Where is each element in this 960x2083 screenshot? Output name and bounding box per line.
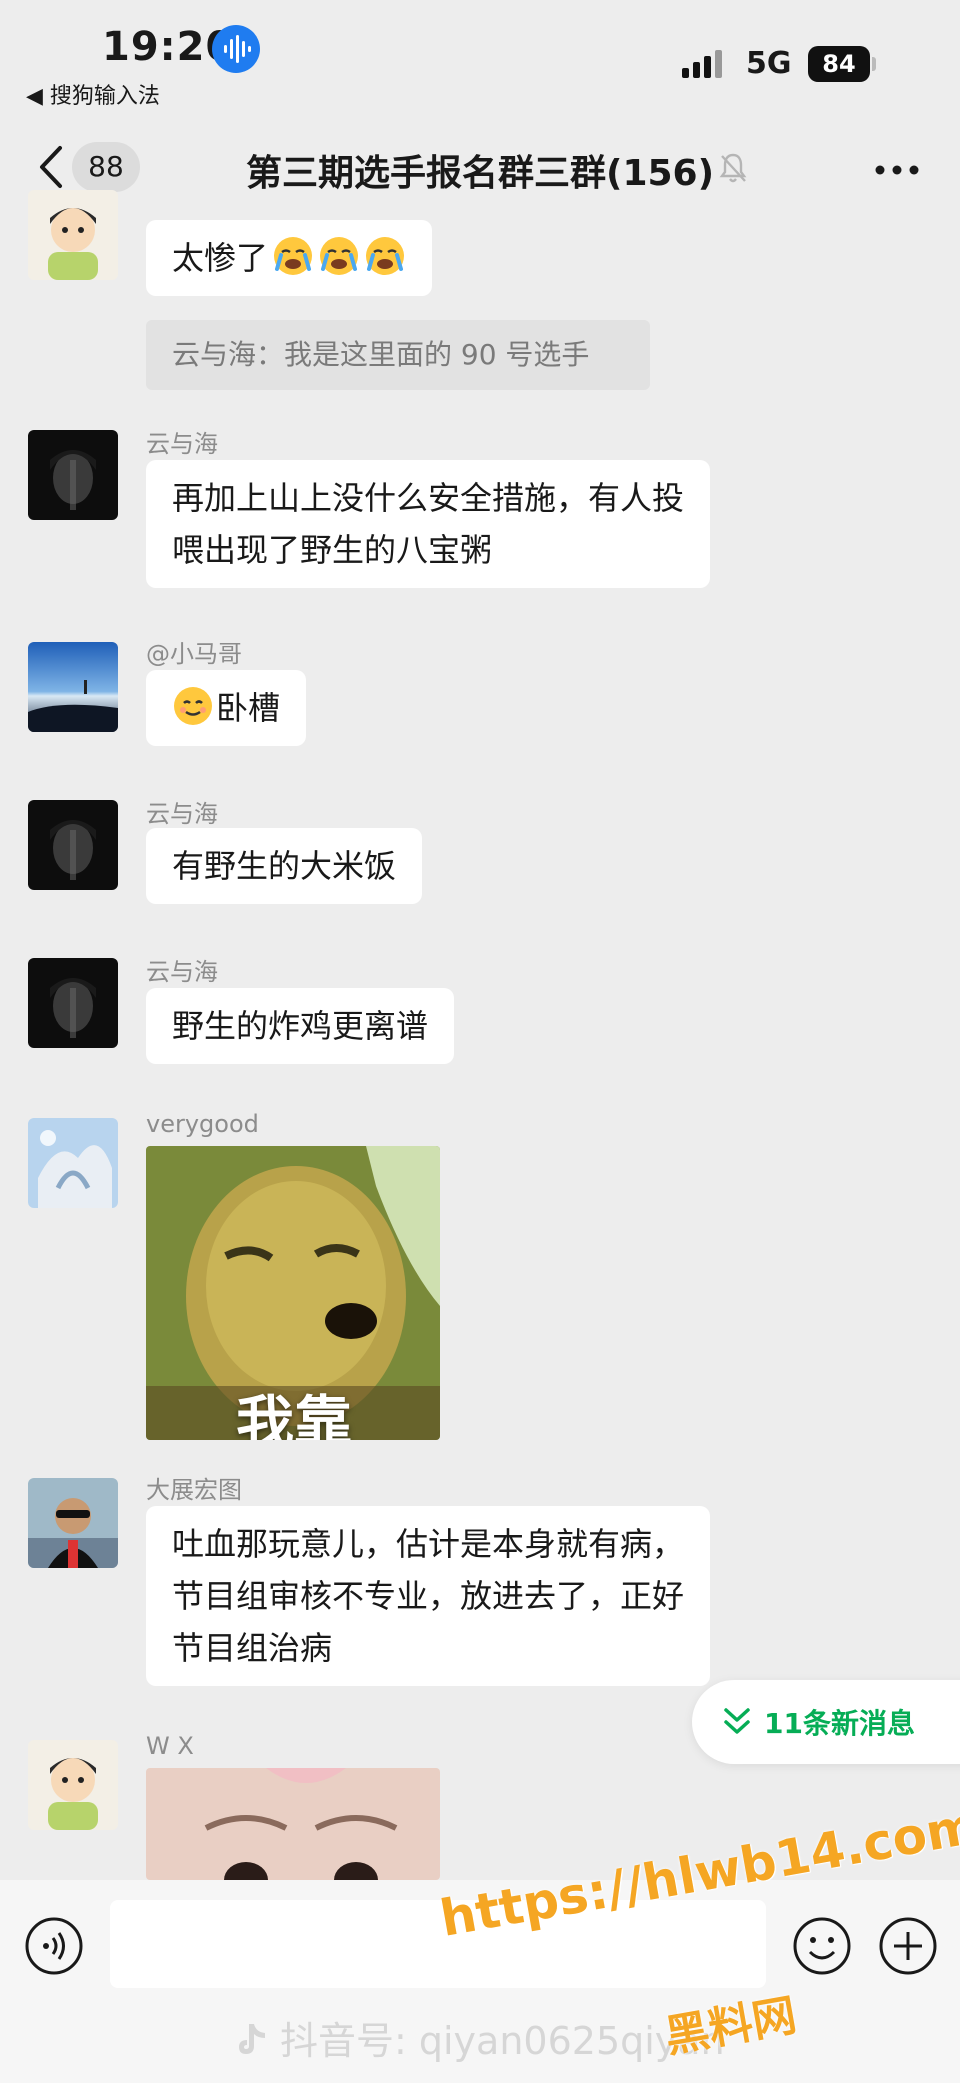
message-text: 吐血那玩意儿，估计是本身就有病， xyxy=(172,1525,685,1563)
avatar[interactable] xyxy=(28,190,118,280)
avatar[interactable] xyxy=(28,642,118,732)
message-text: 卧槽 xyxy=(216,689,281,727)
message-text: 节目组治病 xyxy=(172,1629,333,1667)
sticker-image[interactable]: 我靠 xyxy=(146,1146,440,1440)
sticker-caption: 我靠 xyxy=(236,1389,353,1440)
back-to-app-link[interactable]: ◀ 搜狗输入法 xyxy=(26,78,160,110)
message-bubble[interactable]: 有野生的大米饭 xyxy=(146,828,423,904)
sender-name: 云与海 xyxy=(146,430,218,458)
sender-name: W X xyxy=(146,1732,194,1760)
avatar[interactable] xyxy=(28,430,118,520)
voice-button-icon[interactable] xyxy=(24,1916,84,1976)
message-text: 太惨了 xyxy=(172,239,269,277)
smile-emoji-icon xyxy=(174,687,212,725)
message-text: 有野生的大米饭 xyxy=(172,847,397,885)
back-arrow-icon[interactable] xyxy=(32,142,72,192)
sender-name: 大展宏图 xyxy=(146,1476,242,1504)
battery-level: 84 xyxy=(808,46,870,82)
douyin-watermark: 抖音号: qiyan0625qiyan xyxy=(232,2010,725,2065)
avatar[interactable] xyxy=(28,958,118,1048)
voice-input-icon xyxy=(212,25,260,73)
douyin-id: 抖音号: qiyan0625qiyan xyxy=(280,2019,725,2063)
sender-name: verygood xyxy=(146,1110,259,1138)
douyin-logo-icon xyxy=(239,2024,265,2054)
message-text: 节目组审核不专业，放进去了，正好 xyxy=(172,1577,685,1615)
sticker-image[interactable] xyxy=(146,1768,440,1880)
group-title: 第三期选手报名群三群(156) xyxy=(246,153,715,194)
chevron-double-down-icon xyxy=(724,1708,750,1734)
signal-icon xyxy=(682,50,722,78)
message-text: 喂出现了野生的八宝粥 xyxy=(172,531,493,569)
avatar[interactable] xyxy=(28,1740,118,1830)
message-text: 再加上山上没什么安全措施，有人投 xyxy=(172,479,685,517)
sender-name: @小马哥 xyxy=(146,640,242,668)
sender-name: 云与海 xyxy=(146,958,218,986)
message-bubble[interactable]: 太惨了 xyxy=(146,220,433,296)
crying-emoji-icon xyxy=(366,237,405,275)
avatar[interactable] xyxy=(28,1118,118,1208)
message-bubble[interactable]: 吐血那玩意儿，估计是本身就有病， 节目组审核不专业，放进去了，正好 节目组治病 xyxy=(146,1506,711,1686)
emoji-icon[interactable] xyxy=(792,1916,852,1976)
status-bar: 19:20 ◀ 搜狗输入法 5G 84 xyxy=(0,0,960,120)
plus-icon[interactable] xyxy=(878,1916,938,1976)
message-bubble[interactable]: 卧槽 xyxy=(146,670,307,746)
unread-count-badge[interactable]: 88 xyxy=(72,142,140,192)
quoted-message[interactable]: 云与海：我是这里面的 90 号选手 xyxy=(146,320,650,390)
network-type: 5G xyxy=(746,46,792,81)
sender-name: 云与海 xyxy=(146,800,218,828)
mute-icon xyxy=(719,153,747,183)
avatar[interactable] xyxy=(28,1478,118,1568)
crying-emoji-icon xyxy=(320,237,359,275)
battery-tip xyxy=(872,57,876,71)
message-bubble[interactable]: 再加上山上没什么安全措施，有人投 喂出现了野生的八宝粥 xyxy=(146,460,711,588)
message-input[interactable] xyxy=(110,1900,766,1988)
message-text: 野生的炸鸡更离谱 xyxy=(172,1007,429,1045)
crying-emoji-icon xyxy=(274,237,313,275)
chat-header: 88 第三期选手报名群三群(156) xyxy=(0,130,960,210)
new-messages-label: 11条新消息 xyxy=(764,1707,915,1740)
new-messages-button[interactable]: 11条新消息 xyxy=(692,1680,960,1764)
message-bubble[interactable]: 野生的炸鸡更离谱 xyxy=(146,988,455,1064)
more-icon[interactable] xyxy=(874,164,920,176)
avatar[interactable] xyxy=(28,800,118,890)
